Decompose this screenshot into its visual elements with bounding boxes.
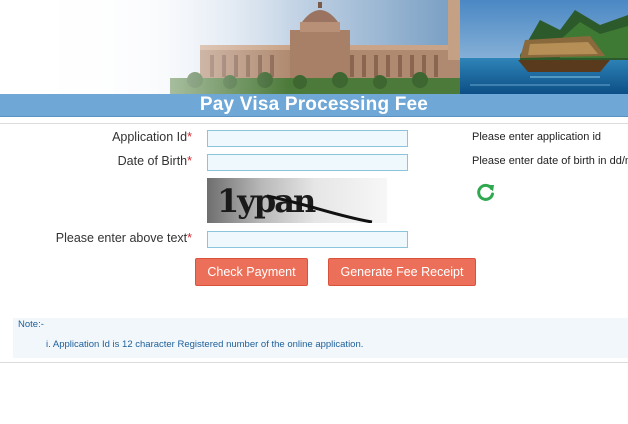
application-id-hint: Please enter application id: [472, 131, 602, 143]
check-payment-button[interactable]: Check Payment: [195, 258, 308, 286]
footer-divider: [0, 362, 628, 363]
title-divider: [0, 123, 628, 124]
required-mark: *: [187, 154, 192, 168]
date-of-birth-label-text: Date of Birth: [117, 154, 188, 168]
captcha-text-input[interactable]: [207, 231, 408, 248]
captcha-text-label-text: Please enter above text: [55, 231, 188, 245]
note-heading: Note:-: [18, 319, 44, 330]
required-mark: *: [187, 231, 192, 245]
note-panel: Note:- i. Application Id is 12 character…: [13, 318, 628, 358]
application-id-input[interactable]: [207, 130, 408, 147]
refresh-icon: [477, 183, 494, 201]
application-id-label-text: Application Id: [112, 130, 188, 144]
visa-fee-page: Pay Visa Processing Fee Application Id* …: [0, 0, 628, 424]
generate-fee-receipt-button[interactable]: Generate Fee Receipt: [328, 258, 476, 286]
captcha-text: 1ypan: [217, 182, 316, 220]
captcha-image: 1ypan: [207, 178, 387, 223]
required-mark: *: [187, 130, 192, 144]
note-item: i. Application Id is 12 character Regist…: [46, 339, 364, 350]
page-title: Pay Visa Processing Fee: [0, 94, 628, 117]
date-of-birth-hint: Please enter date of birth in dd/m: [472, 155, 628, 167]
header-banner-image: [0, 0, 628, 94]
refresh-captcha-button[interactable]: [476, 182, 496, 202]
date-of-birth-input[interactable]: [207, 154, 408, 171]
date-of-birth-label: Date of Birth*: [118, 154, 192, 168]
application-id-label: Application Id*: [112, 130, 192, 144]
captcha-text-label: Please enter above text*: [56, 231, 192, 245]
